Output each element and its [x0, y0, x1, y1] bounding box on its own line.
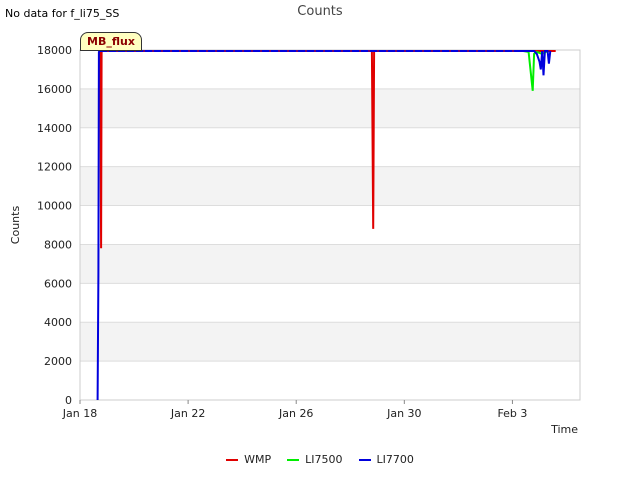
y-tick-label: 8000 — [44, 238, 72, 251]
legend-label: LI7500 — [305, 453, 343, 466]
legend-item[interactable]: LI7700 — [358, 453, 414, 466]
y-tick-label: 16000 — [37, 83, 72, 96]
series-line-wmp — [98, 50, 556, 249]
grid-band — [80, 88, 580, 128]
x-axis-label: Time — [550, 423, 578, 436]
y-tick-labels: 0 2000 4000 6000 8000 10000 12000 14000 16000 180… — [37, 44, 72, 407]
y-tick-label: 4000 — [44, 316, 72, 329]
y-axis-label: Counts — [9, 206, 22, 245]
y-tick-label: 6000 — [44, 277, 72, 290]
legend-item[interactable]: WMP — [226, 453, 271, 466]
y-tick-label: 0 — [65, 394, 72, 407]
legend-swatch — [358, 458, 371, 461]
x-tick-label: Jan 22 — [170, 407, 205, 420]
y-tick-label: 18000 — [37, 44, 72, 57]
legend-label: LI7700 — [376, 453, 414, 466]
x-tick-label: Jan 30 — [386, 407, 421, 420]
y-tick-label: 2000 — [44, 355, 72, 368]
y-tick-label: 12000 — [37, 161, 72, 174]
x-tick-label: Jan 26 — [278, 407, 313, 420]
grid-band — [80, 322, 580, 362]
x-tick-label: Feb 3 — [497, 407, 527, 420]
legend-swatch — [226, 458, 239, 461]
legend-label: WMP — [244, 453, 272, 466]
mb-flux-badge[interactable]: MB_flux — [80, 32, 142, 51]
x-tick-label: Jan 18 — [62, 407, 97, 420]
legend-item[interactable]: LI7500 — [287, 453, 343, 466]
y-tick-label: 14000 — [37, 122, 72, 135]
chart-area: 0 2000 4000 6000 8000 10000 12000 14000 16000 180… — [9, 44, 581, 436]
grid-band — [80, 166, 580, 206]
background-bands — [80, 88, 580, 362]
y-tick-label: 10000 — [37, 200, 72, 213]
x-tick-labels: Jan 18 Jan 22 Jan 26 Jan 30 Feb 3 — [62, 400, 527, 420]
legend: WMP LI7500 LI7700 — [0, 453, 640, 466]
grid-band — [80, 244, 580, 284]
legend-swatch — [287, 458, 300, 461]
